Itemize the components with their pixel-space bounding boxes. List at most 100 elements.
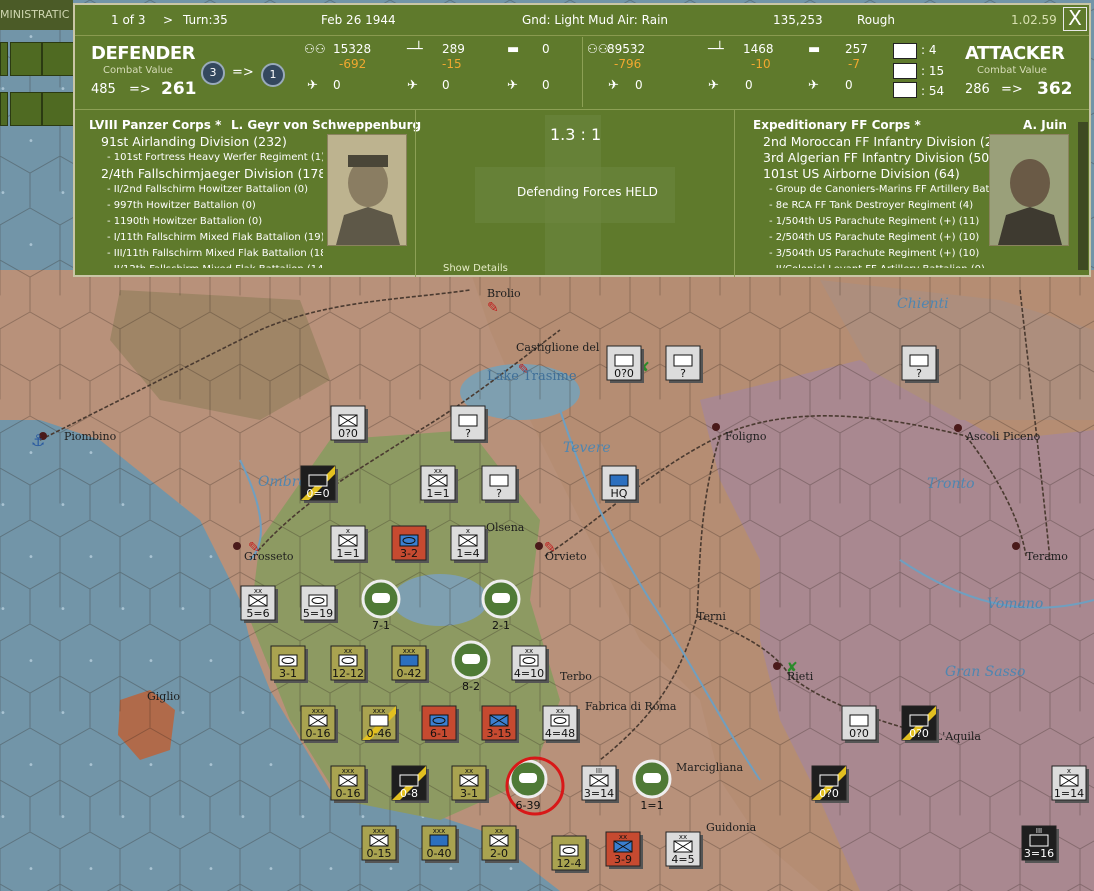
unit-strength-label: ? <box>465 427 471 440</box>
unit-counter[interactable]: xx 1=1 <box>420 465 458 503</box>
unit-strength-label: 0=0 <box>306 487 329 500</box>
unit-counter[interactable]: III 3=16 <box>1021 825 1059 863</box>
unit-size-label: xxx <box>403 647 415 655</box>
unit-counter[interactable]: 6-1 <box>421 705 459 743</box>
ministration-tab[interactable]: MINISTRATIC <box>0 0 73 30</box>
unit-counter[interactable]: xxx 0-16 <box>300 705 338 743</box>
unit-counter[interactable]: x 1=1 <box>330 525 368 563</box>
section-divider <box>75 109 1089 110</box>
unit-counter[interactable]: 0?0 <box>811 765 849 803</box>
place-label: Ascoli Piceno <box>965 430 1041 443</box>
attacker-bomber-icon: ✈ <box>708 78 719 93</box>
left-tool-edge-2[interactable] <box>0 92 8 126</box>
unit-counter[interactable]: HQ <box>601 465 639 503</box>
unit-strength-label: 1=1 <box>336 547 359 560</box>
unit-size-label: x <box>466 527 470 535</box>
unit-counter[interactable]: 12-4 <box>551 835 589 873</box>
subunit-row[interactable]: - 1190th Howitzer Battalion (0) <box>101 214 323 230</box>
unit-counter[interactable]: 3-15 <box>481 705 519 743</box>
unit-counter[interactable]: xx 5=6 <box>240 585 278 623</box>
unit-strength-label: 0?0 <box>338 427 358 440</box>
unit-counter[interactable]: xx 2-0 <box>481 825 519 863</box>
unit-size-label: xx <box>434 467 442 475</box>
unit-counter[interactable]: 0-8 <box>391 765 429 803</box>
unit-strength-label: 0?0 <box>819 787 839 800</box>
tank-icon: ▬ <box>507 42 520 57</box>
divider <box>582 37 583 107</box>
unit-counter[interactable]: 0?0 <box>841 705 879 743</box>
divider <box>415 110 416 277</box>
subunit-row[interactable]: - Group de Canoniers-Marins FF Artillery… <box>763 182 989 198</box>
unit-size-label: x <box>1067 767 1071 775</box>
division-row[interactable]: 91st Airlanding Division (232) <box>101 134 323 150</box>
next-arrow[interactable]: > <box>163 13 173 27</box>
defender-tanks: 0 <box>542 42 550 56</box>
left-tool-edge[interactable] <box>0 42 8 76</box>
unit-size-label: x <box>346 527 350 535</box>
magnifier-icon[interactable] <box>42 92 74 126</box>
unit-counter[interactable]: xx 12-12 <box>330 645 368 683</box>
unit-counter[interactable]: ? <box>450 405 488 443</box>
fighter-icon: ✈ <box>307 78 318 93</box>
unit-counter[interactable]: ? <box>481 465 519 503</box>
unit-counter[interactable]: x 1=4 <box>450 525 488 563</box>
unit-strength-label: 3-1 <box>279 667 297 680</box>
subunit-row[interactable]: - 997th Howitzer Battalion (0) <box>101 198 323 214</box>
show-details-link[interactable]: Show Details <box>443 263 508 274</box>
unit-counter[interactable]: III 3=14 <box>581 765 619 803</box>
unit-counter[interactable]: xxx 0-42 <box>391 645 429 683</box>
subunit-row[interactable]: - 1/504th US Parachute Regiment (+) (11) <box>763 214 989 230</box>
subunit-row[interactable]: - II/Coloniel Levant FF Artillery Battal… <box>763 262 989 268</box>
subunit-row[interactable]: - 101st Fortress Heavy Werfer Regiment (… <box>101 150 323 166</box>
division-row[interactable]: 3rd Algerian FF Infantry Division (50) <box>763 150 989 166</box>
unit-counter[interactable]: xx 4=10 <box>511 645 549 683</box>
unit-counter[interactable]: xxx 0-15 <box>361 825 399 863</box>
subunit-row[interactable]: - I/11th Fallschirm Mixed Flak Battalion… <box>101 230 323 246</box>
subunit-row[interactable]: - 3/504th US Parachute Regiment (+) (10) <box>763 246 989 262</box>
attacker-leader: A. Juin <box>1023 118 1067 132</box>
factory-icon[interactable] <box>10 42 42 76</box>
unit-counter[interactable]: xxx 0-16 <box>330 765 368 803</box>
unit-counter[interactable]: 0?0 <box>606 345 644 383</box>
unit-counter[interactable]: ? <box>901 345 939 383</box>
defender-unit-list[interactable]: 91st Airlanding Division (232) - 101st Fo… <box>101 134 323 268</box>
unit-size-label: xx <box>525 647 533 655</box>
unit-counter[interactable]: 3-2 <box>391 525 429 563</box>
chart-icon[interactable] <box>42 42 74 76</box>
unit-strength-label: 4=48 <box>545 727 575 740</box>
subunit-row[interactable]: - II/12th Fallschirm Mixed Flak Battalio… <box>101 262 323 268</box>
unit-counter[interactable]: 0?0 <box>901 705 939 743</box>
combat-outcome: Defending Forces HELD <box>517 185 658 199</box>
unit-counter[interactable]: x 1=14 <box>1051 765 1089 803</box>
unit-size-label: xxx <box>373 707 385 715</box>
unit-counter[interactable]: xx 3-1 <box>451 765 489 803</box>
unit-list-scrollbar[interactable] <box>1078 122 1088 270</box>
unit-counter[interactable]: xxx 0-40 <box>421 825 459 863</box>
defender-cv-label: Combat Value <box>103 65 173 76</box>
unit-counter[interactable]: 0=0 <box>300 465 338 503</box>
division-row[interactable]: 2nd Moroccan FF Infantry Division (23) <box>763 134 989 150</box>
subunit-row[interactable]: - 2/504th US Parachute Regiment (+) (10) <box>763 230 989 246</box>
unit-strength-label: 6-1 <box>430 727 448 740</box>
unit-counter[interactable]: xxx 0-46 <box>361 705 399 743</box>
river-label: Vomano <box>987 596 1043 612</box>
close-button[interactable]: X <box>1063 7 1087 31</box>
division-row[interactable]: 2/4th Fallschirmjaeger Division (178) <box>101 166 323 182</box>
subunit-row[interactable]: - II/2nd Fallschirm Howitzer Battalion (… <box>101 182 323 198</box>
divider <box>734 110 735 277</box>
river-label: Tevere <box>563 440 611 456</box>
subunit-row[interactable]: - 8e RCA FF Tank Destroyer Regiment (4) <box>763 198 989 214</box>
unit-strength-label: 1=1 <box>426 487 449 500</box>
attacker-unit-list[interactable]: 2nd Moroccan FF Infantry Division (23) 3r… <box>763 134 989 268</box>
grid-icon[interactable] <box>10 92 42 126</box>
place-label: Olsena <box>486 521 525 534</box>
unit-counter[interactable]: xx 4=48 <box>542 705 580 743</box>
unit-counter[interactable]: xx 4=5 <box>665 831 703 869</box>
unit-counter[interactable]: 0?0 <box>330 405 368 443</box>
unit-counter[interactable]: 5=19 <box>300 585 338 623</box>
unit-counter[interactable]: ? <box>665 345 703 383</box>
division-row[interactable]: 101st US Airborne Division (64) <box>763 166 989 182</box>
subunit-row[interactable]: - III/11th Fallschirm Mixed Flak Battali… <box>101 246 323 262</box>
unit-counter[interactable]: xx 3-9 <box>605 831 643 869</box>
unit-counter[interactable]: 3-1 <box>270 645 308 683</box>
